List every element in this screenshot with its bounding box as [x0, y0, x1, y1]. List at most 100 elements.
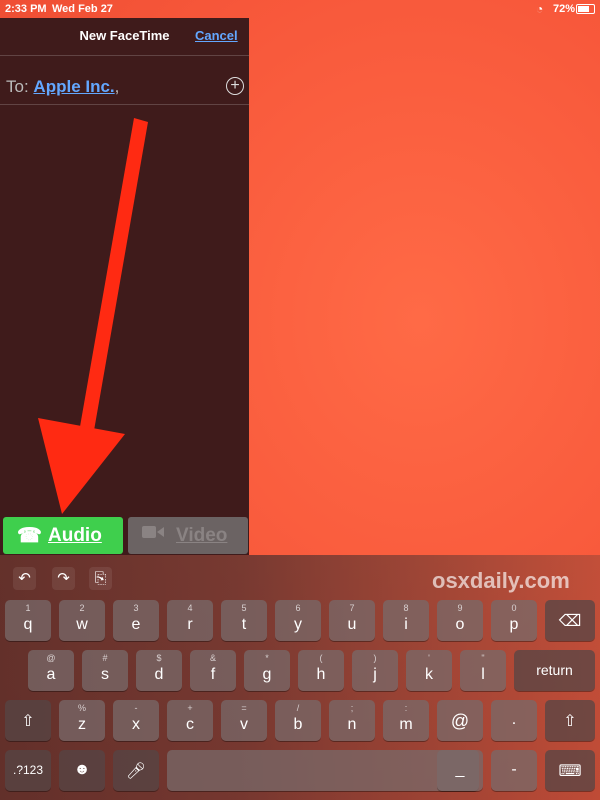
key-label: z [78, 716, 86, 733]
key-g[interactable]: * g [244, 650, 290, 691]
key-r[interactable]: 4r [167, 600, 213, 641]
key-sub: : [404, 703, 408, 713]
key-underscore[interactable]: _ [437, 750, 483, 791]
key-sub: @ [46, 653, 56, 663]
key-sub: 0 [511, 603, 517, 613]
key-b[interactable]: / b [275, 700, 321, 741]
key-sub: 4 [187, 603, 193, 613]
space-bar[interactable] [167, 750, 479, 791]
key-label: c [186, 716, 194, 733]
key-sub: + [187, 703, 193, 713]
key-label: m [399, 716, 413, 733]
key-j[interactable]: ) j [352, 650, 398, 691]
shift-icon: ⇧ [563, 713, 577, 730]
shift-icon: ⇧ [21, 713, 35, 730]
key-d[interactable]: $ d [136, 650, 182, 691]
key-period[interactable]: . [491, 700, 537, 741]
delete-key[interactable]: ⌫ [545, 600, 595, 641]
emoji-icon: ☻ [73, 761, 91, 778]
key-label: e [131, 616, 141, 633]
key-x[interactable]: -x [113, 700, 159, 741]
key-m[interactable]: :m [383, 700, 429, 741]
key-p[interactable]: 0p [491, 600, 537, 641]
key-sub: % [77, 703, 86, 713]
key-sub: $ [156, 653, 162, 663]
key-label: y [294, 616, 302, 633]
redo-icon[interactable]: ↷ [52, 567, 75, 590]
numbers-label: .?123 [12, 763, 44, 777]
video-label: Video [176, 525, 228, 546]
key-sub: 2 [79, 603, 85, 613]
key-label: i [404, 616, 408, 633]
key-t[interactable]: 5t [221, 600, 267, 641]
key-label: j [373, 666, 377, 683]
key-label: b [293, 716, 303, 733]
key-at[interactable]: @ [437, 700, 483, 741]
key-sub: 3 [133, 603, 139, 613]
undo-icon[interactable]: ↶ [13, 567, 36, 590]
key-l[interactable]: " l [460, 650, 506, 691]
key-w[interactable]: 2w [59, 600, 105, 641]
key-sub: 7 [349, 603, 355, 613]
key-label: g [262, 666, 272, 683]
key-sub: ( [319, 653, 323, 663]
key-sub: * [265, 653, 269, 663]
key-label: l [481, 666, 485, 683]
key-sub: / [296, 703, 300, 713]
key-h[interactable]: (h [298, 650, 344, 691]
key-sub: 8 [403, 603, 409, 613]
shift-key-right[interactable]: ⇧ [545, 700, 595, 741]
audio-button[interactable]: ☎ Audio [3, 517, 123, 554]
key-a[interactable]: @ a [28, 650, 74, 691]
key-label: q [23, 616, 33, 633]
key-label: n [347, 716, 357, 733]
key-n[interactable]: ; n [329, 700, 375, 741]
key-label: p [509, 616, 519, 633]
video-button[interactable]: Video [128, 517, 248, 554]
key-label: . [511, 711, 517, 728]
key-label: - [511, 761, 517, 778]
key-label: k [425, 666, 433, 683]
key-s[interactable]: # s [82, 650, 128, 691]
key-f[interactable]: & f [190, 650, 236, 691]
key-sub: # [102, 653, 108, 663]
watermark: osxdaily.com [432, 568, 570, 593]
key-sub: 9 [457, 603, 463, 613]
key-sub: 5 [241, 603, 247, 613]
key-sub: ; [350, 703, 354, 713]
key-label: r [187, 616, 193, 633]
key-label: f [210, 666, 216, 683]
numbers-key[interactable]: .?123 [5, 750, 51, 791]
key-sub: = [241, 703, 247, 713]
key-u[interactable]: 7u [329, 600, 375, 641]
key-q[interactable]: 1q [5, 600, 51, 641]
key-o[interactable]: 9o [437, 600, 483, 641]
shift-key-left[interactable]: ⇧ [5, 700, 51, 741]
key-label: a [46, 666, 56, 683]
key-label: h [316, 666, 326, 683]
key-v[interactable]: = v [221, 700, 267, 741]
key-sub: - [134, 703, 138, 713]
keyboard-icon: ⌨ [558, 763, 582, 780]
key-c[interactable]: + c [167, 700, 213, 741]
key-label: t [241, 616, 247, 633]
return-key[interactable]: return [514, 650, 595, 691]
key-k[interactable]: ' k [406, 650, 452, 691]
emoji-key[interactable]: ☻ [59, 750, 105, 791]
key-sub: 1 [25, 603, 31, 613]
key-e[interactable]: 3e [113, 600, 159, 641]
key-label: o [455, 616, 465, 633]
key-sub: 6 [295, 603, 301, 613]
key-sub: ' [428, 653, 430, 663]
dictation-key[interactable]: 🎤︎ [113, 750, 159, 791]
key-z[interactable]: % z [59, 700, 105, 741]
key-sub: & [209, 653, 216, 663]
key-dash[interactable]: - [491, 750, 537, 791]
hide-keyboard-key[interactable]: ⌨ [545, 750, 595, 791]
paste-icon[interactable]: ⎘ [89, 567, 112, 590]
key-label: x [132, 716, 140, 733]
key-i[interactable]: 8i [383, 600, 429, 641]
key-y[interactable]: 6y [275, 600, 321, 641]
return-label: return [536, 662, 573, 678]
phone-icon: ☎ [17, 525, 42, 547]
